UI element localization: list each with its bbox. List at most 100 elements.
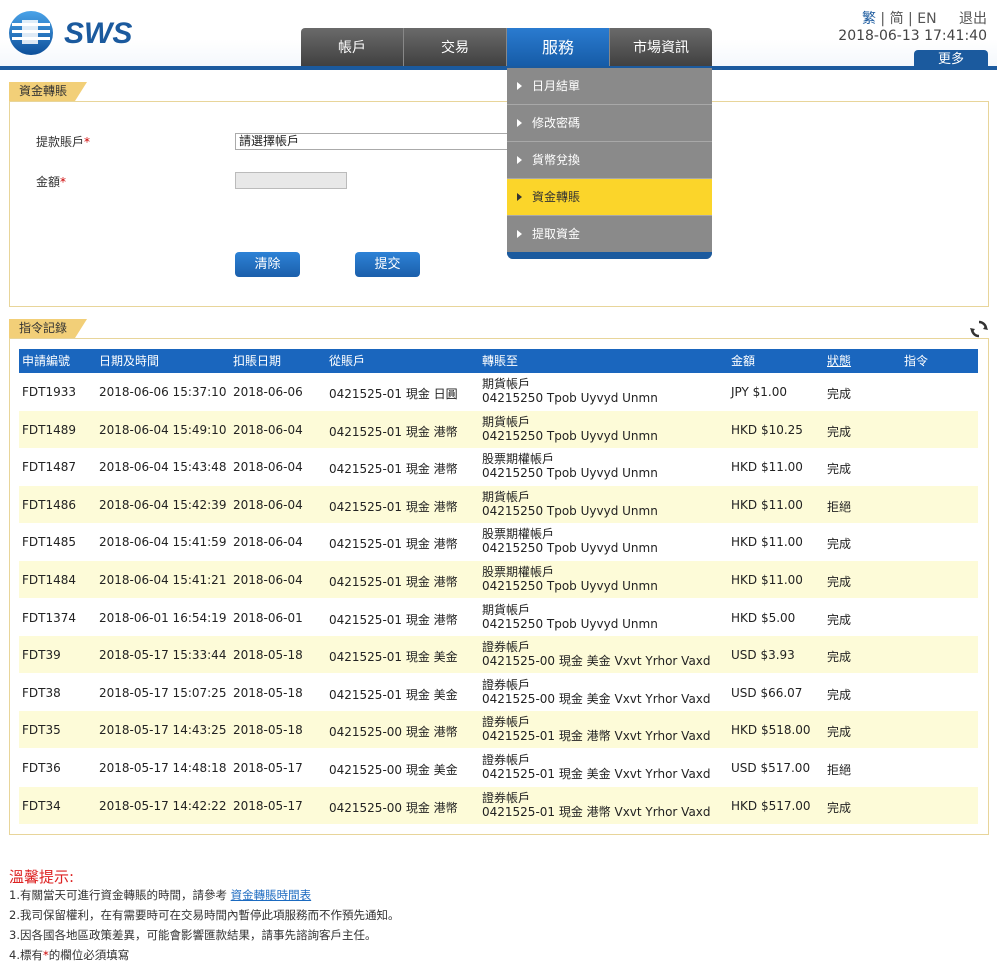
cell-status: 完成 (827, 537, 852, 551)
cell-debit-date: 2018-05-17 (233, 799, 303, 813)
cell-to-account-number: 0421525-01 現金 美金 Vxvt Yrhor Vaxd (482, 767, 711, 781)
cell-datetime: 2018-06-04 15:43:48 (99, 460, 227, 474)
menu-item-withdraw-funds[interactable]: 提取資金 (507, 216, 712, 253)
language-switcher: 繁 | 简 | EN 退出 (862, 8, 987, 28)
cell-status: 完成 (827, 613, 852, 627)
cell-request-id: FDT1487 (22, 460, 77, 474)
records-section-title: 指令記錄 (9, 319, 88, 338)
cell-to-account-number: 04215250 Tpob Uyvyd Unmn (482, 579, 658, 593)
col-header-from-account: 從賬戶 (329, 354, 366, 368)
caret-right-icon (517, 230, 522, 238)
cell-amount: HKD $5.00 (731, 611, 796, 625)
nav-tab-trade[interactable]: 交易 (404, 28, 507, 68)
cell-to-account-type: 證券帳戶 (482, 640, 531, 654)
submit-button[interactable]: 提交 (355, 252, 420, 277)
menu-item-statement[interactable]: 日月結單 (507, 68, 712, 105)
caret-right-icon (517, 156, 522, 164)
lang-english[interactable]: EN (917, 11, 936, 27)
cell-amount: HKD $11.00 (731, 573, 803, 587)
col-header-amount: 金額 (731, 354, 756, 368)
caret-right-icon (517, 193, 522, 201)
cell-to-account-type: 股票期權帳戶 (482, 527, 555, 541)
col-header-request-id: 申請編號 (22, 354, 71, 368)
col-header-status-sort[interactable]: 狀態 (827, 349, 851, 373)
cell-datetime: 2018-05-17 15:33:44 (99, 648, 227, 662)
svg-text:SWS: SWS (64, 17, 132, 50)
transfer-form-panel (9, 101, 989, 307)
cell-debit-date: 2018-06-04 (233, 535, 303, 549)
logout-link[interactable]: 退出 (959, 11, 987, 27)
cell-request-id: FDT1486 (22, 498, 77, 512)
lang-separator: | (908, 11, 913, 27)
note-line-1: 1.有關當天可進行資金轉賬的時間，請參考 資金轉賬時間表 (9, 888, 312, 902)
cell-from-account: 0421525-00 現金 港幣 (329, 725, 458, 739)
cell-from-account: 0421525-00 現金 港幣 (329, 801, 458, 815)
cell-to-account-type: 期貨帳戶 (482, 490, 531, 504)
cell-datetime: 2018-06-01 16:54:19 (99, 611, 227, 625)
caret-right-icon (517, 82, 522, 90)
cell-to-account-type: 期貨帳戶 (482, 603, 531, 617)
cell-status: 完成 (827, 387, 852, 401)
services-dropdown-footer (507, 252, 712, 259)
cell-to-account-type: 股票期權帳戶 (482, 565, 555, 579)
cell-debit-date: 2018-06-04 (233, 460, 303, 474)
cell-status: 完成 (827, 425, 852, 439)
cell-from-account: 0421525-01 現金 港幣 (329, 425, 458, 439)
menu-item-fund-transfer[interactable]: 資金轉賬 (507, 179, 712, 216)
cell-to-account-number: 0421525-00 現金 美金 Vxvt Yrhor Vaxd (482, 692, 711, 706)
cell-to-account-number: 04215250 Tpob Uyvyd Unmn (482, 391, 658, 405)
cell-request-id: FDT1933 (22, 385, 77, 399)
cell-request-id: FDT39 (22, 648, 61, 662)
cell-to-account-type: 期貨帳戶 (482, 415, 531, 429)
cell-to-account-type: 證券帳戶 (482, 753, 531, 767)
cell-datetime: 2018-05-17 14:43:25 (99, 723, 227, 737)
note-line-3: 3.因各國各地區政策差異，可能會影響匯款結果，請事先諮詢客戶主任。 (9, 928, 377, 942)
nav-tab-services[interactable]: 服務 (507, 28, 610, 68)
cell-amount: JPY $1.00 (731, 385, 788, 399)
transfer-schedule-link[interactable]: 資金轉賬時間表 (231, 888, 312, 902)
refresh-icon[interactable] (969, 319, 989, 339)
cell-request-id: FDT34 (22, 799, 61, 813)
cell-status: 完成 (827, 650, 852, 664)
cell-amount: USD $66.07 (731, 686, 803, 700)
header-divider (0, 66, 997, 70)
cell-datetime: 2018-06-04 15:41:21 (99, 573, 227, 587)
note-line-2: 2.我司保留權利，在有需要時可在交易時間內暫停此項服務而不作預先通知。 (9, 908, 400, 922)
nav-tab-account[interactable]: 帳戶 (301, 28, 404, 68)
cell-datetime: 2018-06-04 15:41:59 (99, 535, 227, 549)
cell-to-account-number: 04215250 Tpob Uyvyd Unmn (482, 541, 658, 555)
menu-item-change-password[interactable]: 修改密碼 (507, 105, 712, 142)
cell-datetime: 2018-06-06 15:37:10 (99, 385, 227, 399)
cell-debit-date: 2018-05-17 (233, 761, 303, 775)
clear-button[interactable]: 清除 (235, 252, 300, 277)
cell-status: 拒絕 (827, 763, 852, 777)
cell-to-account-number: 0421525-01 現金 港幣 Vxvt Yrhor Vaxd (482, 729, 711, 743)
amount-input[interactable] (235, 172, 347, 189)
menu-item-currency-exchange[interactable]: 貨幣兌換 (507, 142, 712, 179)
cell-to-account-type: 股票期權帳戶 (482, 452, 555, 466)
nav-tab-market-info[interactable]: 市場資訊 (610, 28, 712, 68)
lang-simplified[interactable]: 简 (890, 11, 904, 27)
cell-to-account-type: 證券帳戶 (482, 791, 531, 805)
col-header-to-account: 轉賬至 (482, 354, 519, 368)
cell-datetime: 2018-05-17 14:42:22 (99, 799, 227, 813)
lang-traditional[interactable]: 繁 (862, 11, 876, 27)
cell-to-account-type: 證券帳戶 (482, 678, 531, 692)
cell-debit-date: 2018-05-18 (233, 723, 303, 737)
notes-title: 溫馨提示: (9, 868, 75, 886)
cell-to-account-number: 04215250 Tpob Uyvyd Unmn (482, 504, 658, 518)
cell-debit-date: 2018-06-01 (233, 611, 303, 625)
cell-status: 完成 (827, 462, 852, 476)
cell-amount: HKD $11.00 (731, 498, 803, 512)
cell-debit-date: 2018-06-04 (233, 573, 303, 587)
cell-datetime: 2018-06-04 15:49:10 (99, 423, 227, 437)
cell-amount: HKD $518.00 (731, 723, 811, 737)
account-label: 提款賬戶* (36, 135, 91, 149)
cell-request-id: FDT1484 (22, 573, 77, 587)
cell-from-account: 0421525-01 現金 港幣 (329, 462, 458, 476)
cell-request-id: FDT1489 (22, 423, 77, 437)
cell-to-account-number: 04215250 Tpob Uyvyd Unmn (482, 466, 658, 480)
sws-logo[interactable]: SWS (8, 8, 158, 58)
cell-debit-date: 2018-05-18 (233, 686, 303, 700)
cell-amount: HKD $10.25 (731, 423, 803, 437)
